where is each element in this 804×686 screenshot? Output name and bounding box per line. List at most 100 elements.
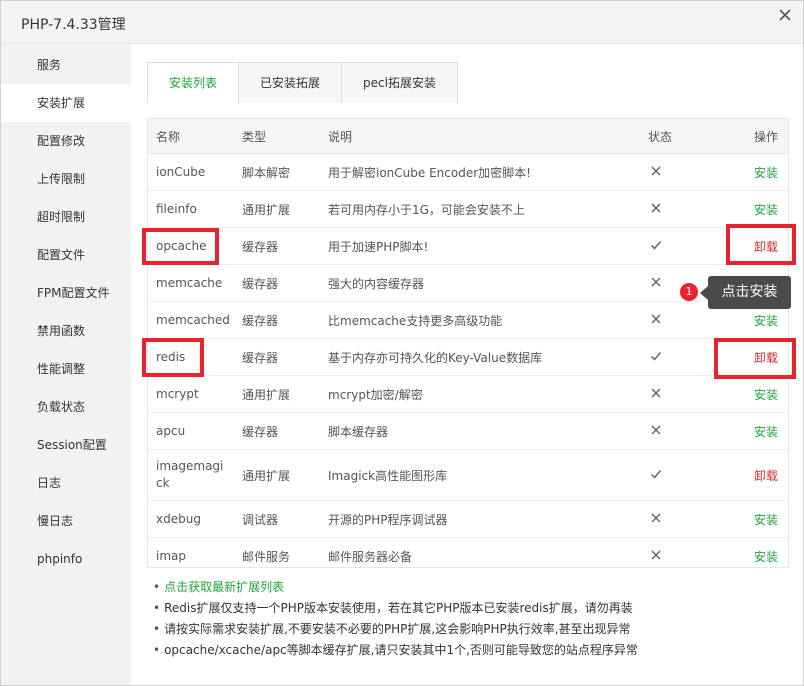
ext-name: memcache (148, 264, 242, 302)
table-row: memcached 缓存器 比memcache支持更多高级功能 安装 (148, 301, 788, 339)
ext-name: xdebug (148, 500, 242, 538)
ext-type: 通用扩展 (242, 449, 328, 501)
title-bar: PHP-7.4.33管理 (1, 1, 803, 44)
highlight-box-opcache (142, 228, 219, 265)
php-manager-window: PHP-7.4.33管理 服务 安装扩展 配置修改 上传限制 超时限制 配置文件 FPM配置… (0, 0, 804, 686)
ext-status (648, 153, 728, 191)
sidebar-item[interactable]: Session配置 (1, 426, 131, 464)
annotation-badge: 1 (680, 283, 698, 301)
install-button[interactable]: 安装 (754, 314, 778, 328)
uninstall-button[interactable]: 卸载 (754, 469, 778, 483)
header-op: 操作 (728, 119, 788, 154)
header-name: 名称 (148, 119, 242, 154)
x-icon (650, 313, 662, 325)
ext-status (648, 227, 728, 265)
ext-name: fileinfo (148, 190, 242, 228)
ext-desc: 若可用内存小于1G，可能会安装不上 (328, 190, 648, 228)
ext-desc: 用于加速PHP脚本! (328, 227, 648, 265)
tab-bar: 安装列表 已安装拓展 pecl拓展安装 (147, 62, 458, 104)
ext-type: 通用扩展 (242, 375, 328, 413)
highlight-box-redis (142, 338, 204, 377)
sidebar-item[interactable]: 安装扩展 (1, 84, 131, 122)
table-row: mcrypt 通用扩展 mcrypt加密/解密 安装 (148, 375, 788, 413)
ext-type: 通用扩展 (242, 190, 328, 228)
table-row: imap 邮件服务 邮件服务器必备 安装 (148, 537, 788, 567)
ext-type: 邮件服务 (242, 537, 328, 567)
sidebar-item[interactable]: 性能调整 (1, 350, 131, 388)
ext-op: 安装 (728, 412, 788, 450)
sidebar: 服务 安装扩展 配置修改 上传限制 超时限制 配置文件 FPM配置文件 禁用函数 性能调整 负载状… (1, 44, 131, 685)
tab-installed-extensions[interactable]: 已安装拓展 (239, 63, 343, 103)
sidebar-item[interactable]: FPM配置文件 (1, 274, 131, 312)
sidebar-item[interactable]: 上传限制 (1, 160, 131, 198)
table-row: xdebug 调试器 开源的PHP程序调试器 安装 (148, 500, 788, 538)
sidebar-item[interactable]: 慢日志 (1, 502, 131, 540)
table-row: fileinfo 通用扩展 若可用内存小于1G，可能会安装不上 安装 (148, 190, 788, 228)
ext-name: ionCube (148, 153, 242, 191)
sidebar-item[interactable]: 日志 (1, 464, 131, 502)
install-button[interactable]: 安装 (754, 425, 778, 439)
ext-desc: 邮件服务器必备 (328, 537, 648, 567)
note-text: Redis扩展仅支持一个PHP版本安装使用，若在其它PHP版本已安装redis扩… (164, 601, 633, 615)
ext-desc: 开源的PHP程序调试器 (328, 500, 648, 538)
sidebar-item[interactable]: 禁用函数 (1, 312, 131, 350)
table-row: apcu 缓存器 脚本缓存器 安装 (148, 412, 788, 450)
ext-desc: 强大的内容缓存器 (328, 264, 648, 302)
sidebar-item[interactable]: 超时限制 (1, 198, 131, 236)
x-icon (650, 165, 662, 177)
check-icon (650, 468, 662, 480)
header-type: 类型 (242, 119, 328, 154)
notes-list: • 点击获取最新扩展列表 • Redis扩展仅支持一个PHP版本安装使用，若在其它P… (153, 577, 793, 661)
highlight-box-redis-uninstall (714, 338, 796, 379)
tab-pecl-install[interactable]: pecl拓展安装 (342, 63, 457, 103)
install-button[interactable]: 安装 (754, 513, 778, 527)
ext-type: 脚本解密 (242, 153, 328, 191)
ext-type: 缓存器 (242, 301, 328, 339)
note-item[interactable]: • 点击获取最新扩展列表 (153, 577, 793, 598)
install-button[interactable]: 安装 (754, 388, 778, 402)
table-row: ionCube 脚本解密 用于解密ionCube Encoder加密脚本! 安装 (148, 153, 788, 191)
check-icon (650, 239, 662, 251)
close-icon[interactable] (777, 7, 793, 23)
sidebar-item[interactable]: 配置文件 (1, 236, 131, 274)
install-button[interactable]: 安装 (754, 550, 778, 564)
highlight-box-opcache-uninstall (726, 224, 796, 265)
refresh-extension-list-link[interactable]: 点击获取最新扩展列表 (164, 580, 284, 594)
ext-op: 安装 (728, 537, 788, 567)
ext-status (648, 412, 728, 450)
ext-status (648, 449, 728, 501)
ext-desc: Imagick高性能图形库 (328, 449, 648, 501)
ext-name: apcu (148, 412, 242, 450)
sidebar-item[interactable]: phpinfo (1, 540, 131, 578)
ext-type: 缓存器 (242, 227, 328, 265)
ext-type: 缓存器 (242, 412, 328, 450)
install-tooltip: 点击安装 (700, 276, 791, 309)
ext-desc: mcrypt加密/解密 (328, 375, 648, 413)
ext-type: 缓存器 (242, 264, 328, 302)
ext-desc: 用于解密ionCube Encoder加密脚本! (328, 153, 648, 191)
sidebar-item[interactable]: 负载状态 (1, 388, 131, 426)
install-button[interactable]: 安装 (754, 166, 778, 180)
main-panel: 安装列表 已安装拓展 pecl拓展安装 名称 类型 说明 状态 操作 ionCu… (131, 44, 803, 685)
note-item: • opcache/xcache/apc等脚本缓存扩展,请只安装其中1个,否则可能… (153, 643, 638, 657)
sidebar-item[interactable]: 配置修改 (1, 122, 131, 160)
ext-desc: 基于内存亦可持久化的Key-Value数据库 (328, 338, 648, 376)
x-icon (650, 424, 662, 436)
tab-install-list[interactable]: 安装列表 (148, 63, 240, 104)
table-header-row: 名称 类型 说明 状态 操作 (148, 119, 788, 154)
note-item: • Redis扩展仅支持一个PHP版本安装使用，若在其它PHP版本已安装redis… (153, 601, 633, 615)
ext-status (648, 537, 728, 567)
ext-name: mcrypt (148, 375, 242, 413)
window-title: PHP-7.4.33管理 (21, 17, 126, 33)
ext-desc: 脚本缓存器 (328, 412, 648, 450)
note-text: 请按实际需求安装扩展,不要安装不必要的PHP扩展,这会影响PHP执行效率,甚至出… (164, 622, 631, 636)
ext-name: imap (148, 537, 242, 567)
x-icon (650, 276, 662, 288)
ext-name: memcached (148, 301, 242, 339)
note-item: • 请按实际需求安装扩展,不要安装不必要的PHP扩展,这会影响PHP执行效率,甚至… (153, 622, 631, 636)
x-icon (650, 549, 662, 561)
ext-name: imagemagick (148, 449, 242, 501)
table-row: opcache 缓存器 用于加速PHP脚本! 卸载 (148, 227, 788, 265)
sidebar-item[interactable]: 服务 (1, 46, 131, 84)
install-button[interactable]: 安装 (754, 203, 778, 217)
